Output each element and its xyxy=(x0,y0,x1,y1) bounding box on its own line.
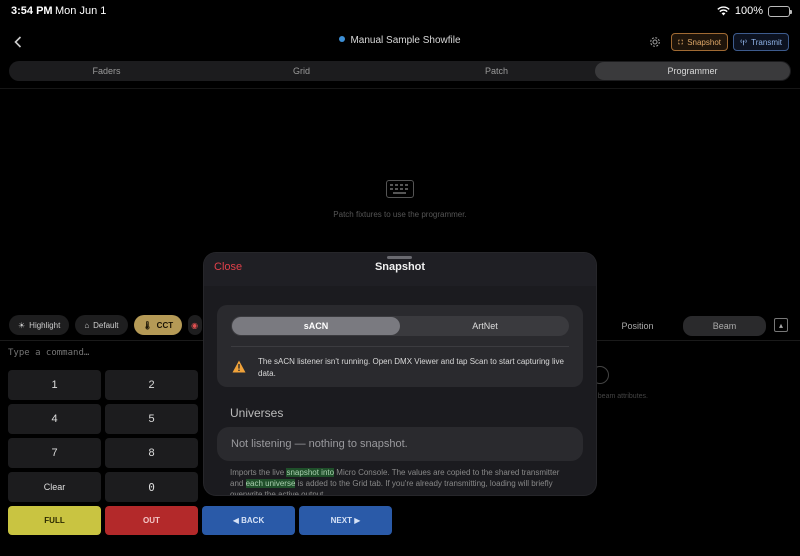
empty-state-message: Patch fixtures to use the programmer. xyxy=(333,210,467,219)
segment-artnet[interactable]: ArtNet xyxy=(401,316,569,336)
battery-percent: 100% xyxy=(734,5,763,17)
status-time: 3:54 PM xyxy=(11,5,53,17)
default-chip[interactable]: ⌂ Default xyxy=(75,315,128,335)
color-chip-partial[interactable]: ◉ xyxy=(188,315,203,335)
tab-grid[interactable]: Grid xyxy=(204,61,399,81)
snapshot-button-label: Snapshot xyxy=(687,37,721,47)
status-date: Mon Jun 1 xyxy=(55,5,107,17)
header-divider xyxy=(0,88,800,89)
snapshot-button[interactable]: Snapshot xyxy=(671,33,728,51)
cct-chip[interactable]: 🌡 CCT xyxy=(133,315,183,335)
antenna-icon xyxy=(740,39,747,46)
thermometer-icon: 🌡 xyxy=(142,320,153,330)
command-input[interactable] xyxy=(8,345,198,361)
home-icon: ⌂ xyxy=(84,320,90,330)
sheet-grabber[interactable] xyxy=(387,256,412,259)
key-2[interactable]: 2 xyxy=(105,370,198,400)
tab-faders[interactable]: Faders xyxy=(9,61,204,81)
segment-sacn[interactable]: sACN xyxy=(232,317,400,335)
key-clear[interactable]: Clear xyxy=(8,472,101,502)
back-chevron-icon[interactable] xyxy=(8,32,28,52)
next-button[interactable]: NEXT ▶ xyxy=(299,506,392,535)
snapshot-icon xyxy=(678,39,683,45)
tab-position[interactable]: Position xyxy=(596,316,679,336)
nav-bar: Manual Sample Showfile Snapshot Transmit xyxy=(0,28,800,56)
tab-patch[interactable]: Patch xyxy=(399,61,594,81)
key-5[interactable]: 5 xyxy=(105,404,198,434)
key-7[interactable]: 7 xyxy=(8,438,101,468)
beam-hint-text: et beam attributes. xyxy=(590,393,648,400)
sun-icon: ☀ xyxy=(18,320,26,330)
source-card: sACN ArtNet The sACN listener isn't runn… xyxy=(217,305,583,387)
tab-beam[interactable]: Beam xyxy=(683,316,766,336)
tab-programmer[interactable]: Programmer xyxy=(595,62,790,80)
highlight-chip-label: Highlight xyxy=(29,320,61,330)
key-1[interactable]: 1 xyxy=(8,370,101,400)
palette-icon: ◉ xyxy=(191,320,199,330)
import-description: Imports the live snapshot into Micro Con… xyxy=(230,467,570,495)
transmit-button[interactable]: Transmit xyxy=(733,33,789,51)
sheet-title: Snapshot xyxy=(374,261,426,273)
full-button[interactable]: FULL xyxy=(8,506,101,535)
attribute-tabs: Position Beam xyxy=(596,316,766,336)
collapse-icon[interactable]: ▴ xyxy=(774,318,788,332)
status-dot-icon xyxy=(339,36,346,42)
key-4[interactable]: 4 xyxy=(8,404,101,434)
import-text-1: Imports the live xyxy=(230,468,287,477)
sheet-header: Close Snapshot xyxy=(204,253,596,286)
source-segmented-control: sACN ArtNet xyxy=(231,316,569,336)
status-right: 100% xyxy=(717,5,792,17)
showfile-title: Manual Sample Showfile xyxy=(350,35,461,46)
empty-state xyxy=(0,180,800,203)
main-tabs: Faders Grid Patch Programmer xyxy=(9,61,791,81)
key-8[interactable]: 8 xyxy=(105,438,198,468)
close-button[interactable]: Close xyxy=(214,261,242,273)
warning-icon xyxy=(232,360,246,373)
back-button[interactable]: ◀ BACK xyxy=(202,506,295,535)
key-0[interactable]: 0 xyxy=(105,472,198,502)
chip-row: ☀ Highlight ⌂ Default 🌡 CCT ◉ xyxy=(9,315,203,335)
gear-icon[interactable] xyxy=(646,33,664,51)
battery-icon xyxy=(768,5,792,17)
snapshot-sheet: Close Snapshot sACN ArtNet The sACN list… xyxy=(204,253,596,495)
import-text-highlight-1: snapshot into xyxy=(286,468,335,477)
default-chip-label: Default xyxy=(93,320,119,330)
cct-chip-label: CCT xyxy=(156,320,174,330)
import-text-highlight-2: each universe xyxy=(245,479,296,488)
universes-heading: Universes xyxy=(230,406,284,420)
transmit-button-label: Transmit xyxy=(751,37,782,47)
highlight-chip[interactable]: ☀ Highlight xyxy=(9,315,70,335)
status-bar: 3:54 PM Mon Jun 1 100% xyxy=(0,0,800,24)
universes-status: Not listening — nothing to snapshot. xyxy=(217,427,583,461)
warning-message: The sACN listener isn't running. Open DM… xyxy=(258,357,564,378)
card-divider xyxy=(231,346,569,347)
out-button[interactable]: OUT xyxy=(105,506,198,535)
keyboard-icon xyxy=(386,180,414,198)
wifi-icon xyxy=(717,6,730,16)
